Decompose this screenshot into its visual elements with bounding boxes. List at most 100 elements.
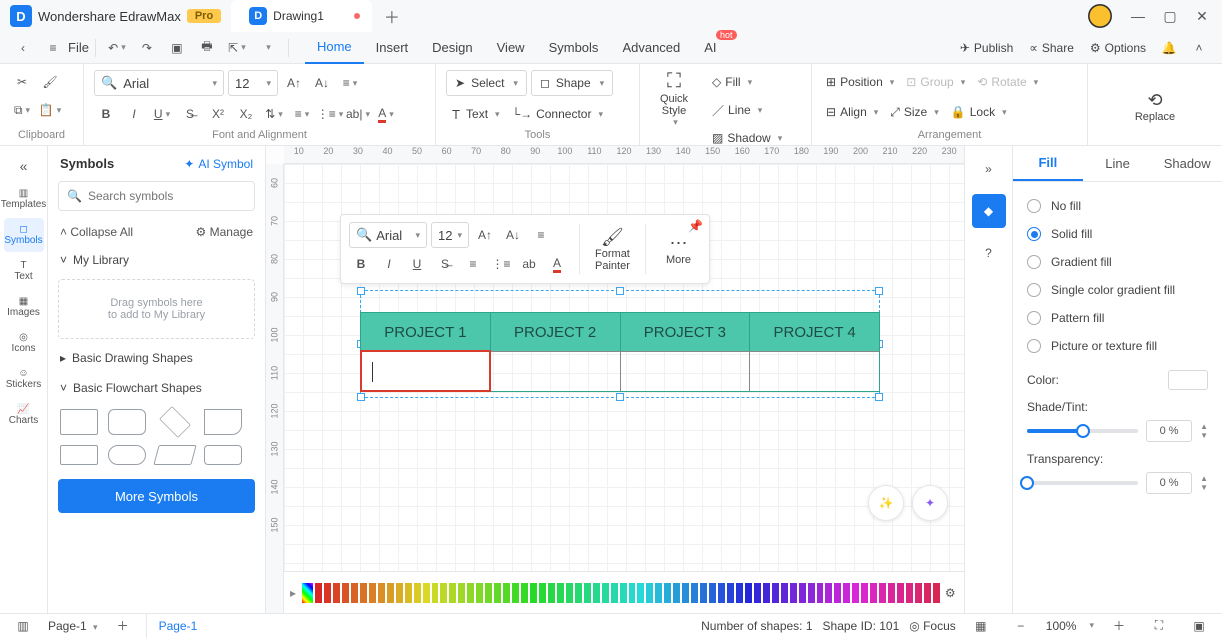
palette-swatch[interactable] (870, 583, 877, 603)
bold-button[interactable]: B (94, 102, 118, 126)
ft-bullets[interactable]: ⋮≡ (489, 252, 513, 276)
rail-charts[interactable]: 📈Charts (4, 398, 44, 432)
collapse-all-button[interactable]: ˄ Collapse All (60, 225, 133, 239)
strike-button[interactable]: S̶ (178, 102, 202, 126)
palette-swatch[interactable] (405, 583, 412, 603)
palette-swatch[interactable] (933, 583, 940, 603)
fit-page[interactable]: ⛶ (1148, 615, 1170, 637)
palette-swatch[interactable] (915, 583, 922, 603)
palette-toggle[interactable]: ▸ (290, 586, 296, 600)
palette-swatch[interactable] (593, 583, 600, 603)
collapse-ribbon-button[interactable]: ˄ (1188, 37, 1210, 59)
increase-font-button[interactable]: A↑ (282, 71, 306, 95)
ai-symbol-button[interactable]: ✦AI Symbol (184, 157, 253, 171)
symbol-search[interactable]: 🔍 (58, 181, 255, 211)
ft-more[interactable]: ⋯More (656, 233, 701, 266)
palette-swatch[interactable] (530, 583, 537, 603)
palette-swatch[interactable] (512, 583, 519, 603)
palette-swatch[interactable] (808, 583, 815, 603)
publish-button[interactable]: ✈Publish (960, 41, 1013, 55)
editing-cell[interactable] (360, 350, 491, 392)
palette-swatch[interactable] (852, 583, 859, 603)
notifications-button[interactable]: 🔔 (1158, 37, 1180, 59)
palette-swatch[interactable] (664, 583, 671, 603)
palette-swatch[interactable] (825, 583, 832, 603)
table-header-cell[interactable]: PROJECT 3 (621, 313, 751, 351)
palette-swatch[interactable] (387, 583, 394, 603)
shape-doc[interactable] (204, 409, 242, 435)
ft-bold[interactable]: B (349, 252, 373, 276)
fill-dropdown[interactable]: ◇ Fill▾ (708, 70, 786, 94)
sel-handle-sw[interactable] (357, 393, 365, 401)
print-button[interactable]: 🖶 (196, 37, 218, 59)
palette-swatch[interactable] (888, 583, 895, 603)
shape-diamond[interactable] (159, 406, 191, 438)
export-button[interactable]: ⇱▾ (226, 37, 248, 59)
palette-swatch[interactable] (727, 583, 734, 603)
shade-up[interactable]: ▲ (1200, 422, 1208, 431)
lock-dropdown[interactable]: 🔒 Lock▾ (947, 100, 1011, 124)
fill-gradient[interactable]: Gradient fill (1027, 248, 1208, 276)
palette-swatch[interactable] (548, 583, 555, 603)
ft-size-select[interactable]: 12▾ (431, 222, 469, 248)
focus-button[interactable]: ◎ Focus (909, 619, 956, 633)
line-spacing-button[interactable]: ⇅▾ (262, 102, 286, 126)
cut-button[interactable]: ✂ (10, 70, 34, 94)
palette-swatch[interactable] (449, 583, 456, 603)
palette-swatch[interactable] (655, 583, 662, 603)
ft-case[interactable]: ab (517, 252, 541, 276)
shape-pill[interactable] (108, 445, 146, 465)
palette-swatch[interactable] (745, 583, 752, 603)
undo-button[interactable]: ↶▾ (106, 37, 128, 59)
ai-assist-button[interactable]: ✦ (912, 485, 948, 521)
shape-round-rect[interactable] (108, 409, 146, 435)
palette-swatch[interactable] (879, 583, 886, 603)
maximize-button[interactable]: ▢ (1154, 0, 1186, 32)
sel-handle-ne[interactable] (875, 287, 883, 295)
page-selector[interactable]: Page-1 ▾ (48, 619, 98, 633)
palette-swatch[interactable] (673, 583, 680, 603)
palette-swatch[interactable] (790, 583, 797, 603)
palette-swatch[interactable] (351, 583, 358, 603)
rail-expand[interactable]: » (972, 152, 1006, 186)
rail-fill-icon[interactable]: ◆ (972, 194, 1006, 228)
palette-swatch[interactable] (834, 583, 841, 603)
zoom-out[interactable]: − (1010, 615, 1032, 637)
text-tool[interactable]: Ｔ Text▾ (446, 102, 504, 126)
fill-pattern[interactable]: Pattern fill (1027, 304, 1208, 332)
palette-swatch[interactable] (423, 583, 430, 603)
palette-swatch[interactable] (414, 583, 421, 603)
table-header-cell[interactable]: PROJECT 2 (491, 313, 621, 351)
bullet-list-button[interactable]: ⋮≡▾ (318, 102, 342, 126)
grid-toggle[interactable]: ▦ (970, 615, 992, 637)
palette-swatch[interactable] (360, 583, 367, 603)
palette-swatch[interactable] (700, 583, 707, 603)
fill-picture[interactable]: Picture or texture fill (1027, 332, 1208, 360)
palette-swatch[interactable] (476, 583, 483, 603)
position-dropdown[interactable]: ⊞ Position▾ (822, 70, 898, 94)
palette-swatch[interactable] (772, 583, 779, 603)
align-dropdown[interactable]: ⊟ Align▾ (822, 100, 882, 124)
sel-handle-s[interactable] (616, 393, 624, 401)
sel-handle-nw[interactable] (357, 287, 365, 295)
palette-swatch[interactable] (369, 583, 376, 603)
color-picker[interactable] (1168, 370, 1208, 390)
file-menu[interactable]: File (68, 40, 89, 55)
palette-swatch[interactable] (521, 583, 528, 603)
shade-down[interactable]: ▼ (1200, 431, 1208, 440)
ft-pin-icon[interactable]: 📌 (688, 219, 703, 233)
palette-swatch[interactable] (682, 583, 689, 603)
text-case-button[interactable]: ab|▾ (346, 102, 370, 126)
tab-advanced[interactable]: Advanced (610, 32, 692, 64)
font-size-select[interactable]: 12▾ (228, 70, 278, 96)
palette-swatch[interactable] (861, 583, 868, 603)
palette-swatch[interactable] (620, 583, 627, 603)
palette-swatch[interactable] (467, 583, 474, 603)
palette-swatch[interactable] (781, 583, 788, 603)
pages-panel-button[interactable]: ▥ (12, 615, 34, 637)
tab-ai[interactable]: AIhot (692, 32, 728, 64)
palette-swatch[interactable] (378, 583, 385, 603)
transp-up[interactable]: ▲ (1200, 474, 1208, 483)
search-input[interactable] (88, 189, 246, 203)
font-select[interactable]: 🔍Arial▾ (94, 70, 224, 96)
